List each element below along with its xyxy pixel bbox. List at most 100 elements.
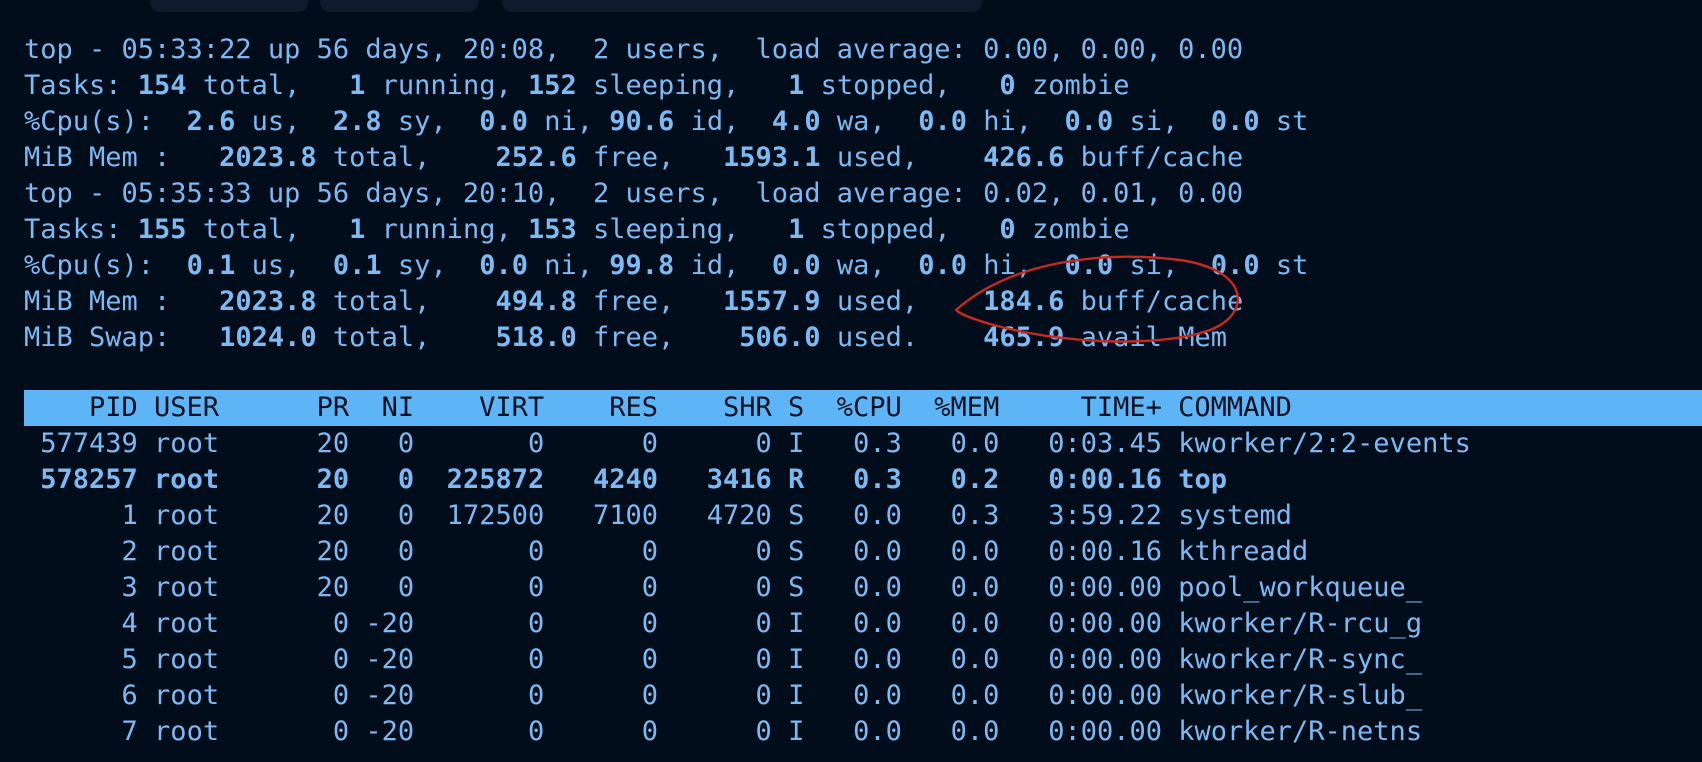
terminal-tab-1[interactable] [150,0,308,12]
process-ni: -20 [349,716,415,747]
summary-text: st [1259,106,1309,137]
process-s: R [771,464,805,495]
process-row[interactable]: 578257 root 20 0 225872 4240 3416 R 0.3 … [24,462,1702,498]
process-user: root [137,464,285,495]
process-shr: 0 [658,680,772,711]
process-time: 0:03.45 [999,428,1162,459]
process-cpu: 0.0 [804,500,902,531]
process-pid: 578257 [24,464,138,495]
summary-text: hi, [966,250,1065,281]
summary-value: 0.0 [771,250,821,281]
terminal-tab-active[interactable] [502,0,982,12]
process-row[interactable]: 577439 root 20 0 0 0 0 I 0.3 0.0 0:03.45… [24,426,1702,462]
summary-value: 0 [999,70,1016,101]
process-row[interactable]: 3 root 20 0 0 0 0 S 0.0 0.0 0:00.00 pool… [24,570,1702,606]
summary-text: MiB Mem : [24,142,220,173]
process-pr: 20 [284,428,350,459]
process-cpu: 0.0 [804,680,902,711]
summary-value: 4.0 [771,106,821,137]
process-res: 4240 [544,464,659,495]
process-time: 3:59.22 [999,500,1162,531]
summary-text: buff/cache [1064,286,1244,317]
summary-text: us, [235,250,333,281]
terminal-output[interactable]: top - 05:33:22 up 56 days, 20:08, 2 user… [24,32,1702,750]
summary-value: 0.0 [1064,250,1114,281]
process-command: kworker/R-slub_ [1161,680,1423,711]
summary-line: %Cpu(s): 2.6 us, 2.8 sy, 0.0 ni, 90.6 id… [24,104,1702,140]
terminal-tab-2[interactable] [320,0,478,12]
summary-line: %Cpu(s): 0.1 us, 0.1 sy, 0.0 ni, 99.8 id… [24,248,1702,284]
summary-value: 0.1 [332,250,382,281]
summary-text: Tasks: [24,70,138,101]
process-shr: 0 [658,716,772,747]
summary-text: us, [235,106,333,137]
process-mem: 0.0 [901,608,1000,639]
process-row[interactable]: 6 root 0 -20 0 0 0 I 0.0 0.0 0:00.00 kwo… [24,678,1702,714]
process-pr: 0 [284,680,350,711]
summary-value: 2023.8 [219,286,317,317]
summary-value: 1 [788,214,805,245]
process-user: root [137,644,285,675]
summary-text: MiB Swap: [24,322,220,353]
process-pr: 0 [284,716,350,747]
process-pid: 3 [24,572,138,603]
process-s: S [771,536,805,567]
summary-text: ni, [528,106,610,137]
process-command: top [1161,464,1228,495]
summary-text: running, [365,214,528,245]
summary-line: top - 05:35:33 up 56 days, 20:10, 2 user… [24,176,1702,212]
process-row[interactable]: 7 root 0 -20 0 0 0 I 0.0 0.0 0:00.00 kwo… [24,714,1702,750]
process-ni: 0 [349,464,415,495]
summary-text: stopped, [804,70,1000,101]
process-mem: 0.0 [901,644,1000,675]
process-time: 0:00.00 [999,644,1162,675]
process-time: 0:00.00 [999,716,1162,747]
summary-value: 155 [137,214,187,245]
summary-value: 0.1 [186,250,236,281]
process-ni: 0 [349,536,415,567]
summary-text: sy, [381,106,480,137]
process-time: 0:00.00 [999,572,1162,603]
summary-value: 0.0 [479,106,528,137]
process-shr: 0 [658,572,772,603]
summary-value: 0.0 [1210,250,1260,281]
process-shr: 0 [658,536,772,567]
summary-value: 0.0 [1210,106,1260,137]
summary-value: 2023.8 [219,142,317,173]
process-row[interactable]: 1 root 20 0 172500 7100 4720 S 0.0 0.3 3… [24,498,1702,534]
process-row[interactable]: 4 root 0 -20 0 0 0 I 0.0 0.0 0:00.00 kwo… [24,606,1702,642]
process-table-header: PID USER PR NI VIRT RES SHR S %CPU %MEM … [24,390,1702,426]
summary-text: free, [576,286,724,317]
summary-value: 152 [527,70,577,101]
summary-line: MiB Mem : 2023.8 total, 494.8 free, 1557… [24,284,1702,320]
summary-text: zombie [1015,70,1130,101]
summary-text: wa, [820,106,919,137]
process-cpu: 0.0 [804,608,902,639]
process-row[interactable]: 5 root 0 -20 0 0 0 I 0.0 0.0 0:00.00 kwo… [24,642,1702,678]
process-cpu: 0.0 [804,716,902,747]
process-pr: 0 [284,608,350,639]
process-row[interactable]: 2 root 20 0 0 0 0 S 0.0 0.0 0:00.16 kthr… [24,534,1702,570]
process-res: 0 [544,428,659,459]
process-time: 0:00.00 [999,680,1162,711]
summary-text: used, [820,142,984,173]
process-res: 0 [544,608,659,639]
summary-text: top - 05:35:33 up 56 days, 20:10, 2 user… [24,178,1244,209]
summary-value: 2.8 [332,106,382,137]
process-ni: -20 [349,644,415,675]
process-shr: 0 [658,644,772,675]
summary-text: buff/cache [1064,142,1244,173]
process-pr: 20 [284,572,350,603]
summary-value: 153 [527,214,577,245]
summary-value: 0.0 [479,250,528,281]
summary-text: MiB Mem : [24,286,220,317]
process-user: root [137,428,285,459]
summary-value: 465.9 [983,322,1065,353]
summary-text: total, [316,142,496,173]
process-time: 0:00.16 [999,464,1162,495]
process-s: S [771,572,805,603]
process-user: root [137,500,285,531]
top-summary: top - 05:33:22 up 56 days, 20:08, 2 user… [24,32,1702,356]
summary-text: sy, [381,250,480,281]
